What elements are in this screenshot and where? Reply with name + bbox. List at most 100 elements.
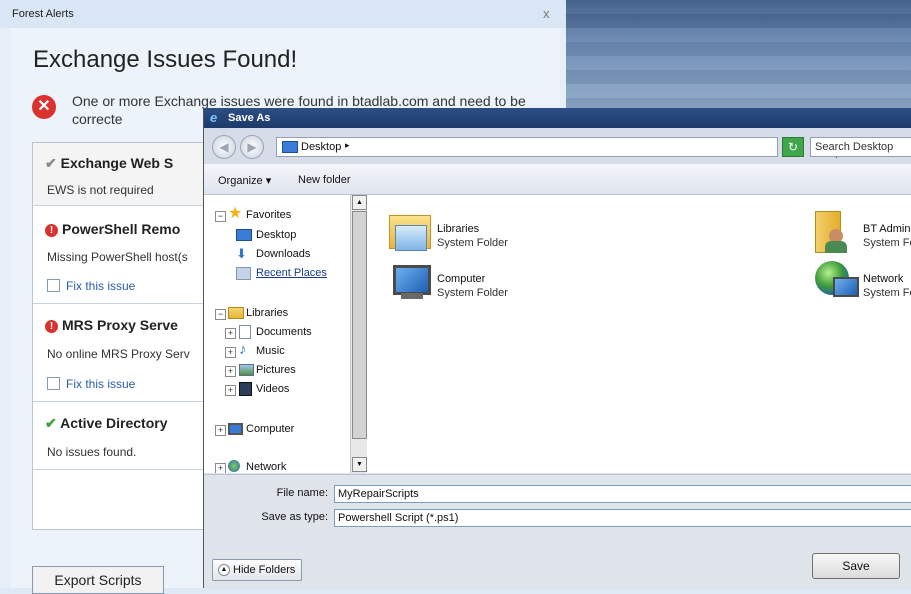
videos-icon [239, 382, 252, 396]
search-input[interactable]: Search Desktop [810, 137, 911, 157]
user-folder-icon [811, 209, 859, 253]
issue-title: ! PowerShell Remo [45, 221, 180, 237]
address-input[interactable]: Desktop ▸ ▼ [276, 137, 841, 160]
chevron-right-icon[interactable]: ▸ [345, 140, 350, 151]
issue-description: Missing PowerShell host(s [47, 250, 188, 264]
issue-title-text: PowerShell Remo [62, 221, 181, 237]
file-item-type: System Folder [437, 287, 508, 299]
expand-icon[interactable]: + [225, 347, 236, 358]
scroll-thumb[interactable] [352, 211, 367, 439]
scroll-down-arrow-icon[interactable]: ▼ [352, 457, 367, 472]
collapse-icon[interactable]: − [215, 211, 226, 222]
save-type-label: Save as type: [261, 511, 328, 523]
issue-title-text: Exchange Web S [60, 155, 174, 171]
forest-alerts-titlebar: Forest Alerts x [0, 0, 566, 28]
window-title: Forest Alerts [12, 8, 74, 20]
tree-label[interactable]: Libraries [246, 307, 288, 319]
organize-button[interactable]: Organize ▾ [218, 174, 271, 187]
issue-title: ✔ Active Directory [45, 415, 168, 432]
desktop-icon [282, 141, 298, 153]
tree-label[interactable]: Documents [256, 326, 312, 338]
file-item-name[interactable]: Libraries [437, 223, 479, 235]
tree-label[interactable]: Computer [246, 423, 294, 435]
scroll-up-arrow-icon[interactable]: ▲ [352, 195, 367, 210]
ie-icon: e [210, 110, 218, 125]
star-icon: ★ [228, 205, 243, 222]
save-type-value[interactable]: Powershell Script (*.ps1) [338, 512, 458, 524]
dialog-titlebar: e Save As [204, 108, 911, 128]
issue-description: EWS is not required [47, 183, 154, 197]
download-icon: ⬇ [236, 246, 247, 261]
tree-label[interactable]: Favorites [246, 209, 291, 221]
tree-label[interactable]: Pictures [256, 364, 296, 376]
tree-label[interactable]: Downloads [256, 248, 310, 260]
issue-title-text: Active Directory [60, 415, 168, 431]
collapse-icon[interactable]: − [215, 309, 226, 320]
file-name-value[interactable]: MyRepairScripts [338, 488, 419, 500]
tree-label[interactable]: Desktop [256, 229, 296, 241]
tree-scrollbar[interactable]: ▲ ▼ [350, 195, 367, 473]
libraries-icon [385, 209, 433, 253]
tree-label[interactable]: Network [246, 461, 286, 473]
address-bar-area: ◀ ▶ Desktop ▸ ▼ ↻ Search Desktop [204, 128, 911, 164]
computer-icon [228, 423, 243, 435]
fix-issue-label[interactable]: Fix this issue [66, 377, 135, 391]
close-button[interactable]: x [543, 6, 550, 21]
tree-label[interactable]: Music [256, 345, 285, 357]
file-name-label: File name: [276, 487, 328, 499]
check-icon: ✔ [45, 415, 57, 431]
file-item-type: System Folder [863, 237, 911, 249]
music-icon: ♪ [239, 341, 247, 358]
expand-icon[interactable]: + [225, 328, 236, 339]
pictures-icon [239, 364, 254, 376]
file-name-input[interactable]: MyRepairScripts [334, 485, 911, 503]
export-scripts-button[interactable]: Export Scripts [32, 566, 164, 594]
file-item-type: System Folder [863, 287, 911, 299]
address-location[interactable]: Desktop [301, 141, 341, 153]
issue-description: No issues found. [47, 445, 137, 459]
desktop-icon [236, 229, 252, 241]
error-icon: ! [45, 320, 58, 333]
dialog-title: Save As [228, 112, 271, 124]
forward-button[interactable]: ▶ [240, 135, 264, 159]
search-placeholder[interactable]: Search Desktop [815, 141, 893, 153]
hide-folders-button[interactable]: ▲ Hide Folders [212, 559, 302, 581]
new-folder-button[interactable]: New folder [298, 174, 351, 186]
error-icon: ! [45, 224, 58, 237]
issue-title: ! MRS Proxy Serve [45, 317, 178, 333]
hide-folders-label[interactable]: Hide Folders [233, 564, 295, 576]
refresh-button[interactable]: ↻ [782, 137, 804, 157]
file-item-name[interactable]: Network [863, 273, 903, 285]
expand-icon[interactable]: + [215, 425, 226, 436]
libraries-icon [228, 307, 244, 319]
file-item-name[interactable]: Computer [437, 273, 485, 285]
checkbox[interactable] [47, 279, 60, 292]
save-button[interactable]: Save [812, 553, 900, 579]
page-title: Exchange Issues Found! [33, 46, 298, 73]
network-icon [228, 460, 240, 472]
tree-label[interactable]: Videos [256, 383, 289, 395]
expand-icon[interactable]: + [225, 366, 236, 377]
back-button[interactable]: ◀ [212, 135, 236, 159]
fix-issue-label[interactable]: Fix this issue [66, 279, 135, 293]
fix-issue-checkbox[interactable]: Fix this issue [47, 279, 135, 293]
checkbox[interactable] [47, 377, 60, 390]
navigation-tree: − ★ Favorites Desktop ⬇ Downloads Recent… [204, 195, 350, 473]
file-item-name[interactable]: BT Admin [863, 223, 911, 235]
background-desktop-stripes [566, 0, 911, 110]
file-item-type: System Folder [437, 237, 508, 249]
file-list: Libraries System Folder BT Admin System … [367, 195, 911, 473]
error-icon: ✕ [32, 95, 56, 119]
fix-issue-checkbox[interactable]: Fix this issue [47, 377, 135, 391]
save-options-panel: File name: MyRepairScripts Save as type:… [204, 474, 911, 589]
network-icon [811, 259, 859, 303]
tree-label[interactable]: Recent Places [256, 267, 327, 279]
expand-icon[interactable]: + [215, 463, 226, 473]
issue-title-text: MRS Proxy Serve [62, 317, 178, 333]
save-type-select[interactable]: Powershell Script (*.ps1) [334, 509, 911, 527]
documents-icon [239, 325, 251, 339]
issue-description: No online MRS Proxy Serv [47, 347, 190, 361]
toolbar: Organize ▾ New folder [204, 164, 911, 195]
issue-title: ✔ Exchange Web S [45, 155, 173, 172]
expand-icon[interactable]: + [225, 385, 236, 396]
